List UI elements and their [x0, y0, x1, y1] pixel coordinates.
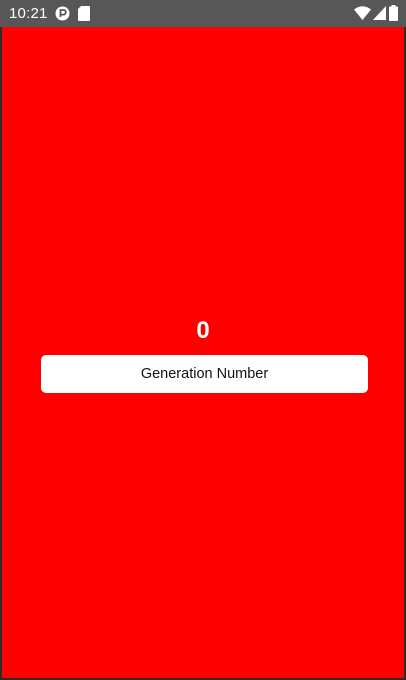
cellular-signal-icon	[373, 6, 386, 20]
app-content: 0 Generation Number	[2, 27, 404, 678]
wifi-icon	[354, 6, 371, 20]
generated-number: 0	[196, 317, 210, 344]
sd-card-icon	[78, 6, 90, 21]
status-bar: 10:21	[0, 0, 406, 27]
generation-number-button[interactable]: Generation Number	[41, 355, 368, 393]
phone-screen: 10:21 0 Generation Number	[0, 0, 406, 680]
app-notification-icon	[55, 6, 70, 21]
status-time: 10:21	[9, 5, 48, 22]
battery-icon	[389, 5, 398, 21]
